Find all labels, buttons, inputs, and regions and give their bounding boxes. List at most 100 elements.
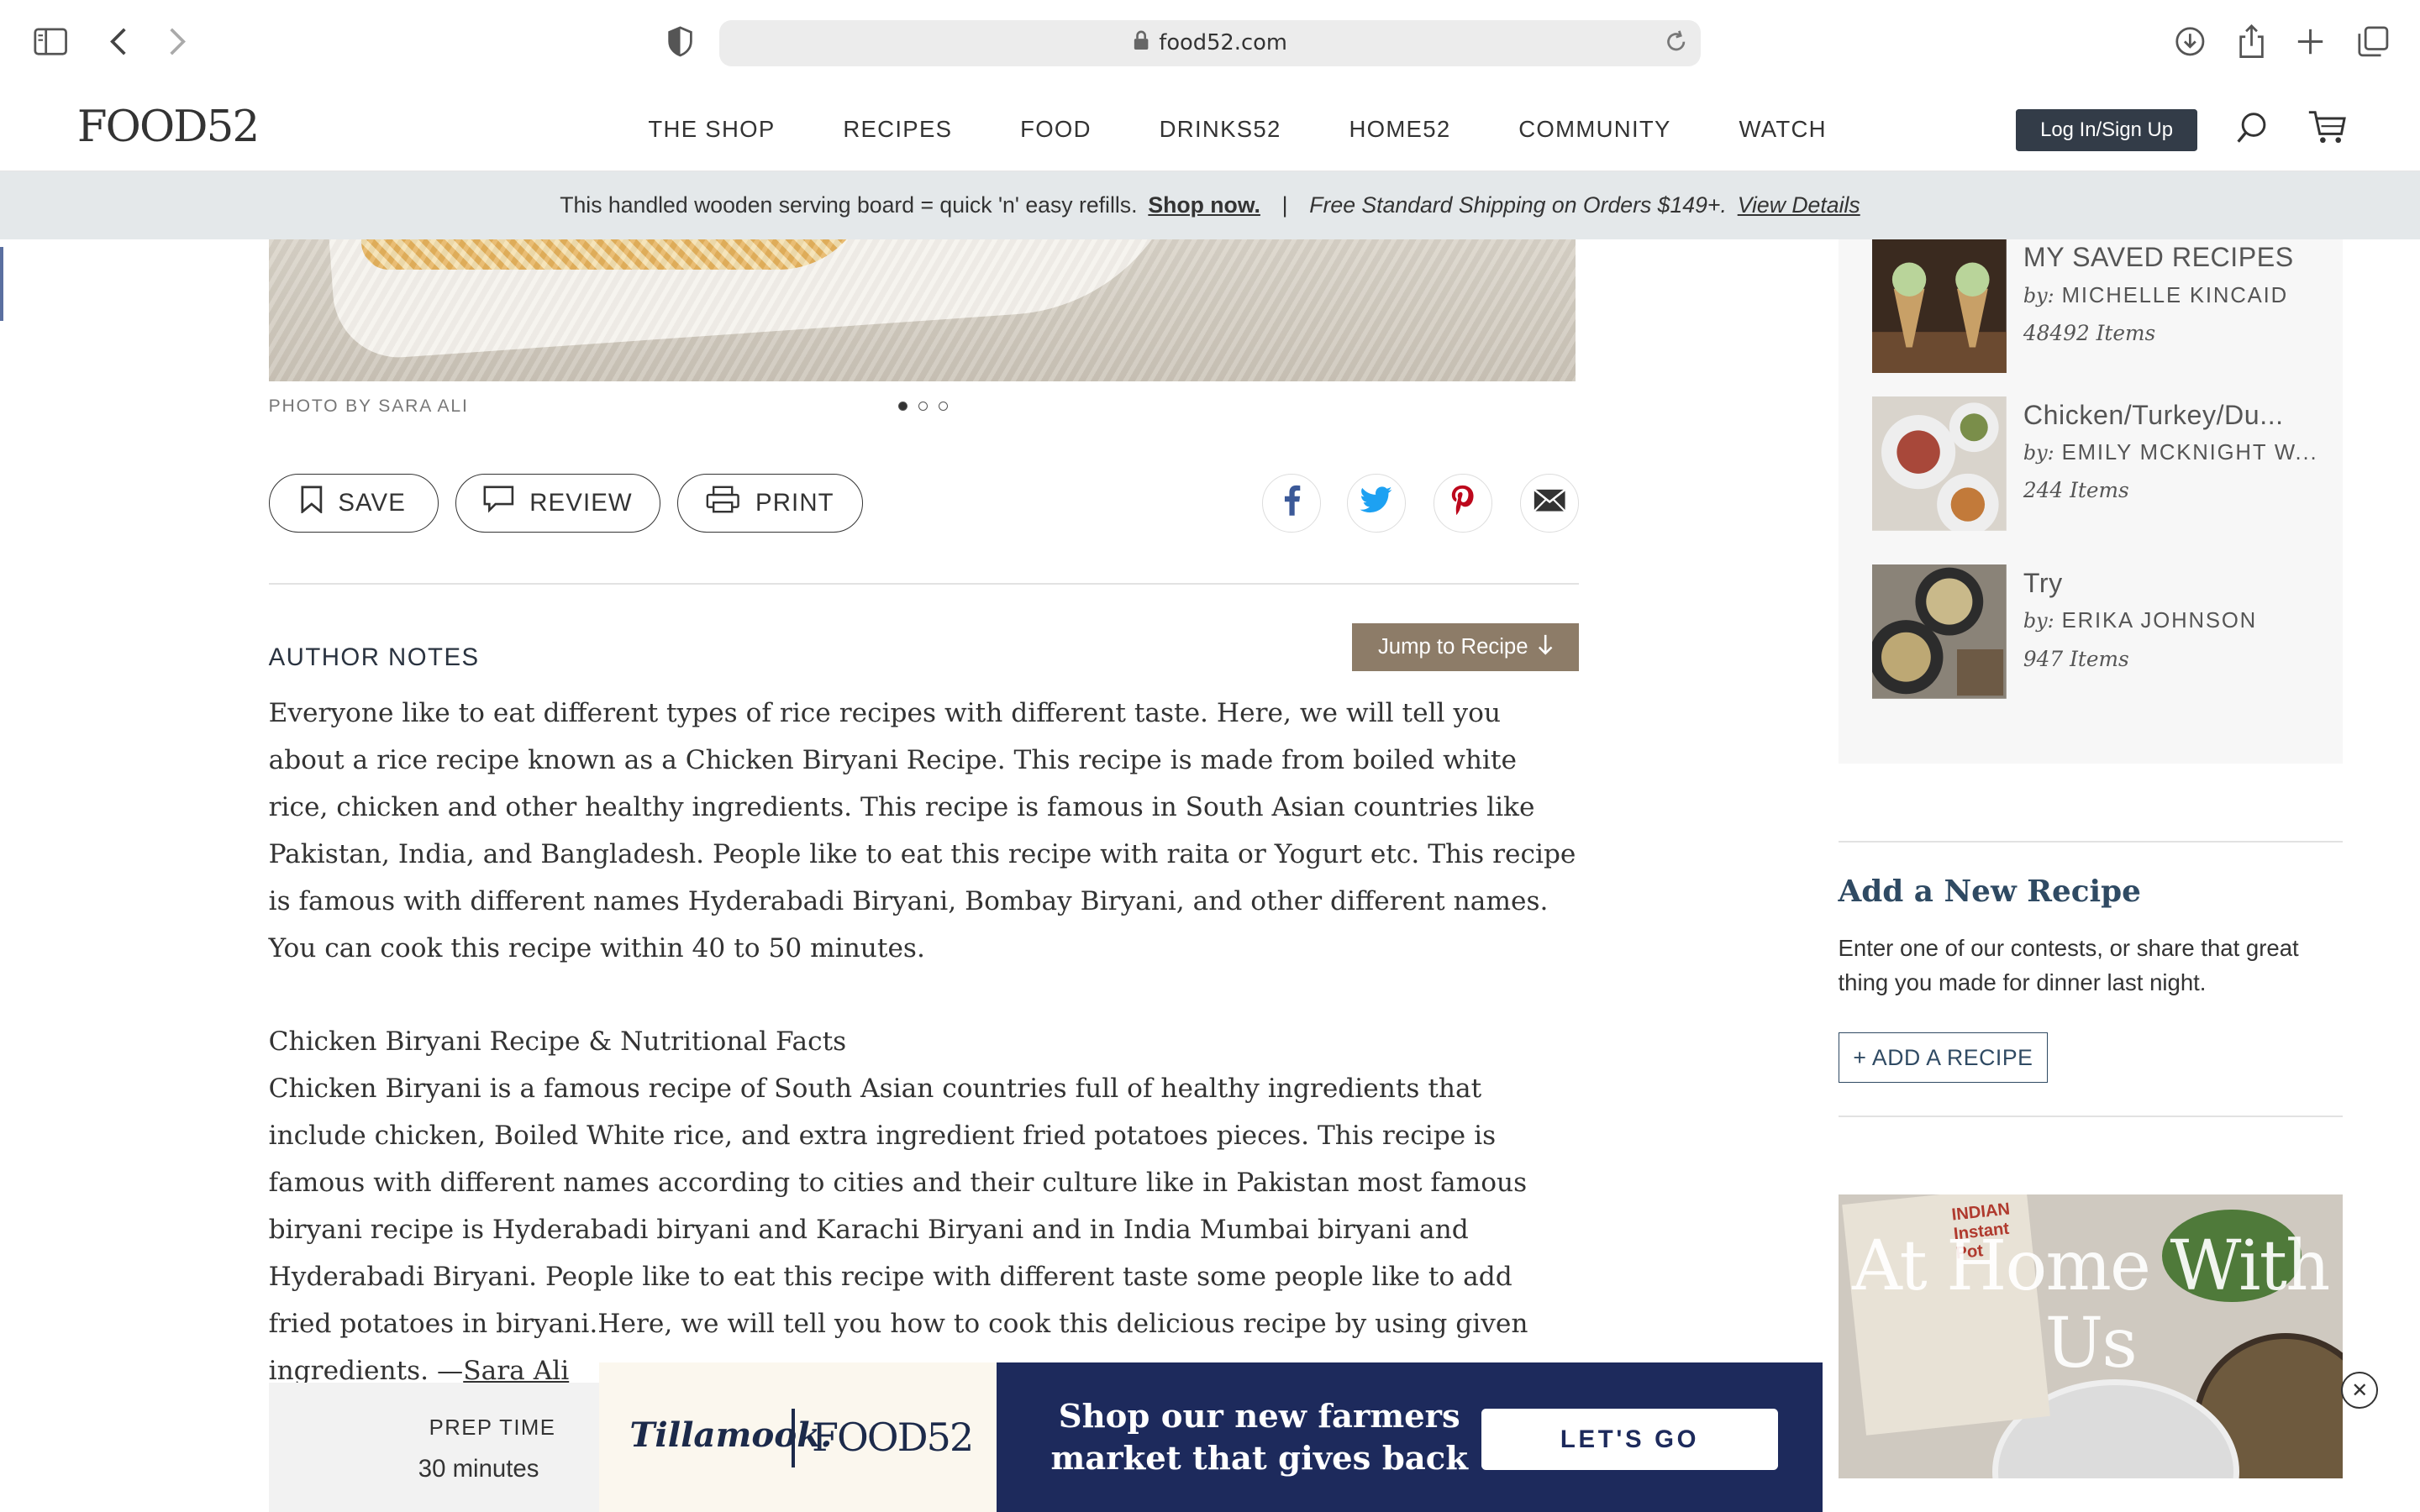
cart-icon[interactable]: [2307, 109, 2348, 152]
collection-item[interactable]: MY SAVED RECIPES by: MICHELLE KINCAID 48…: [1871, 239, 2335, 375]
by-label: by:: [2023, 441, 2054, 465]
comment-icon: [483, 486, 514, 520]
nav-item-the-shop[interactable]: THE SHOP: [648, 116, 775, 143]
promo-banner: This handled wooden serving board = quic…: [0, 171, 2420, 239]
author-notes-subheading: Chicken Biryani Recipe & Nutritional Fac…: [268, 1026, 847, 1058]
print-label: PRINT: [755, 488, 834, 517]
carousel-dots: [897, 401, 948, 411]
share-icon[interactable]: [2235, 24, 2269, 59]
bottom-ad-banner[interactable]: Tillamook. FOOD52 Shop our new farmers m…: [598, 1362, 1823, 1512]
food52-ad-logo: FOOD52: [812, 1415, 974, 1461]
email-icon: [1533, 488, 1566, 518]
carousel-dot[interactable]: [897, 401, 908, 411]
printer-icon: [706, 486, 740, 520]
site-header: FOOD52 THE SHOP RECIPES FOOD DRINKS52 HO…: [0, 86, 2420, 171]
ad-message-panel: Shop our new farmers market that gives b…: [997, 1362, 1823, 1512]
nav-item-food[interactable]: FOOD: [1020, 116, 1092, 143]
pinterest-share-button[interactable]: [1434, 473, 1493, 533]
close-ad-icon[interactable]: ✕: [2341, 1371, 2379, 1409]
food52-logo[interactable]: FOOD52: [77, 102, 260, 152]
shop-now-link[interactable]: Shop now.: [1148, 192, 1260, 218]
add-recipe-button[interactable]: + ADD A RECIPE: [1838, 1032, 2049, 1084]
download-icon[interactable]: [2173, 24, 2207, 58]
collection-author-name: ERIKA JOHNSON: [2061, 609, 2258, 633]
arrow-down-icon: [1538, 633, 1553, 661]
promo-text: This handled wooden serving board = quic…: [560, 192, 1138, 218]
nav-item-home52[interactable]: HOME52: [1349, 116, 1450, 143]
review-label: REVIEW: [529, 488, 633, 517]
sidebar-divider: [1838, 841, 2344, 843]
photo-credit: PHOTO BY SARA ALI: [268, 396, 469, 417]
collection-title: MY SAVED RECIPES: [2023, 242, 2294, 273]
collection-count: 244 Items: [2023, 478, 2129, 503]
reload-icon[interactable]: [1664, 29, 1688, 60]
tillamook-logo: Tillamook.: [629, 1415, 833, 1456]
carousel-dot[interactable]: [918, 401, 928, 411]
review-button[interactable]: REVIEW: [455, 473, 661, 533]
collection-item[interactable]: Try by: ERIKA JOHNSON 947 Items: [1871, 564, 2335, 701]
facebook-icon: [1282, 485, 1301, 522]
nav-item-drinks52[interactable]: DRINKS52: [1160, 116, 1281, 143]
prep-time-box: PREP TIME 30 minutes: [268, 1382, 608, 1512]
facebook-share-button[interactable]: [1262, 473, 1322, 533]
saved-collections: MY SAVED RECIPES by: MICHELLE KINCAID 48…: [1838, 239, 2344, 764]
nav-item-community[interactable]: COMMUNITY: [1518, 116, 1670, 143]
view-details-link[interactable]: View Details: [1738, 192, 1860, 218]
carousel-dot[interactable]: [938, 401, 948, 411]
collection-count: 48492 Items: [2023, 321, 2156, 346]
collection-author: by: MICHELLE KINCAID: [2023, 284, 2332, 308]
author-notes-paragraph: Everyone like to eat different types of …: [268, 698, 1576, 964]
collection-item[interactable]: Chicken/Turkey/Du... by: EMILY MCKNIGHT …: [1871, 396, 2335, 533]
scroll-marker: [0, 246, 3, 322]
nav-item-recipes[interactable]: RECIPES: [843, 116, 952, 143]
ad-message: Shop our new farmers market that gives b…: [1050, 1398, 1468, 1478]
ad-brand-panel: Tillamook. FOOD52: [598, 1362, 997, 1512]
author-notes-paragraph: Chicken Biryani is a famous recipe of So…: [269, 1065, 1581, 1394]
browser-toolbar: food52.com: [0, 0, 2420, 87]
recipe-photo[interactable]: [268, 239, 1576, 381]
email-share-button[interactable]: [1520, 473, 1579, 533]
add-recipe-heading: Add a New Recipe: [1838, 873, 2141, 909]
save-label: SAVE: [338, 488, 406, 517]
ad-headline: At Home With Us: [1852, 1226, 2330, 1383]
twitter-icon: [1360, 486, 1393, 520]
prep-time-value: 30 minutes: [418, 1454, 539, 1483]
lock-icon: [1133, 30, 1150, 56]
login-button[interactable]: Log In/Sign Up: [2015, 109, 2198, 151]
forward-icon[interactable]: [160, 24, 194, 58]
shipping-text: Free Standard Shipping on Orders $149+.: [1309, 192, 1727, 218]
collection-author-name: MICHELLE KINCAID: [2061, 283, 2289, 307]
collection-thumbnail: [1871, 564, 2007, 699]
by-label: by:: [2023, 283, 2054, 307]
collection-author-name: EMILY MCKNIGHT W...: [2061, 441, 2318, 465]
add-recipe-description: Enter one of our contests, or share that…: [1838, 935, 2299, 995]
sidebar-ad[interactable]: INDIAN Instant Pot At Home With Us: [1838, 1194, 2344, 1478]
main-nav: THE SHOP RECIPES FOOD DRINKS52 HOME52 CO…: [648, 116, 1894, 143]
url-text: food52.com: [1159, 30, 1287, 56]
divider: [268, 583, 1579, 585]
author-notes-paragraph-text: Chicken Biryani is a famous recipe of So…: [268, 1074, 1528, 1387]
collection-count: 947 Items: [2023, 646, 2129, 671]
collection-thumbnail: [1871, 239, 2007, 374]
jump-to-recipe-button[interactable]: Jump to Recipe: [1351, 623, 1579, 671]
twitter-share-button[interactable]: [1347, 473, 1407, 533]
nav-item-watch[interactable]: WATCH: [1739, 116, 1827, 143]
collection-title: Chicken/Turkey/Du...: [2023, 399, 2284, 430]
back-icon[interactable]: [102, 24, 135, 58]
tab-overview-icon[interactable]: [2357, 24, 2391, 58]
privacy-shield-icon[interactable]: [664, 24, 697, 58]
search-icon[interactable]: [2235, 111, 2269, 150]
by-label: by:: [2023, 609, 2054, 633]
sidebar-divider: [1838, 1115, 2344, 1117]
new-tab-icon[interactable]: [2293, 24, 2327, 58]
collection-title: Try: [2023, 567, 2063, 598]
collection-author: by: ERIKA JOHNSON: [2023, 609, 2332, 633]
sidebar-toggle-icon[interactable]: [34, 24, 68, 58]
address-bar[interactable]: food52.com: [718, 19, 1702, 66]
print-button[interactable]: PRINT: [677, 473, 863, 533]
save-button[interactable]: SAVE: [268, 473, 439, 533]
author-notes-body: Everyone like to eat different types of …: [269, 690, 1581, 1394]
logo-divider: [792, 1408, 795, 1467]
lets-go-button[interactable]: LET'S GO: [1481, 1408, 1778, 1471]
collection-thumbnail: [1871, 396, 2007, 531]
